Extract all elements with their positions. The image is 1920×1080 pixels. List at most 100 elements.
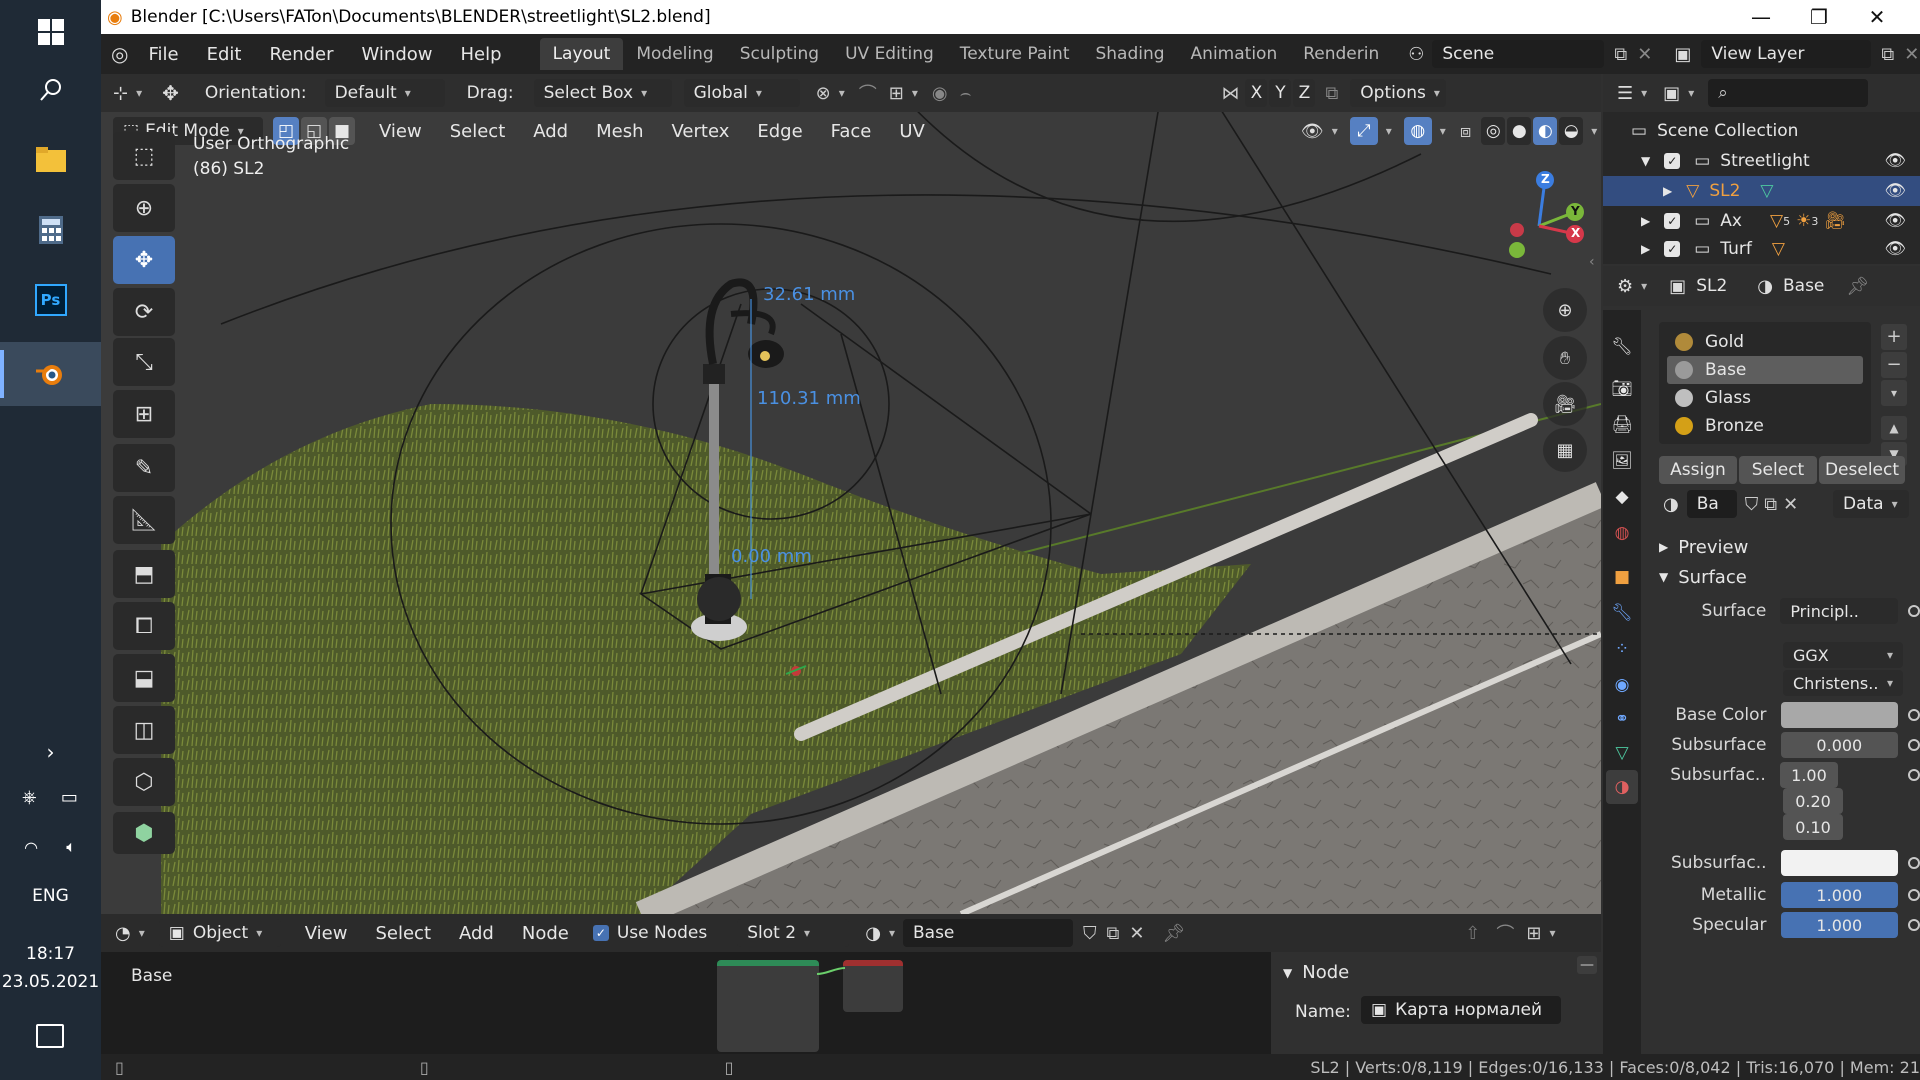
new-scene-icon[interactable]: ⧉	[1614, 44, 1627, 65]
minimize-button[interactable]: —	[1732, 0, 1790, 34]
outliner-search-input[interactable]: ⌕	[1708, 79, 1869, 107]
unlink-material-icon[interactable]: ✕	[1129, 923, 1144, 944]
viewport-menu-mesh[interactable]: Mesh	[582, 121, 657, 142]
editor-type-icon[interactable]: ◔	[115, 923, 131, 944]
tab-physics[interactable]: ◉	[1606, 668, 1638, 702]
expand-icon[interactable]: ▶	[1641, 242, 1650, 256]
battery-icon[interactable]: ▭	[61, 787, 78, 808]
file-explorer-icon[interactable]	[0, 128, 101, 192]
overlays-toggle-button[interactable]: ◍	[1403, 117, 1432, 145]
add-slot-button[interactable]: +	[1881, 324, 1907, 350]
wireframe-shading-button[interactable]: ◎	[1481, 117, 1506, 145]
scene-selector-icon[interactable]: ⚇	[1408, 44, 1424, 65]
fake-user-icon[interactable]: ⛉	[1745, 494, 1759, 515]
rotate-tool[interactable]: ⟳	[113, 288, 175, 336]
material-preview-button[interactable]: ◐	[1533, 117, 1558, 145]
delete-scene-icon[interactable]: ✕	[1637, 44, 1652, 65]
language-indicator[interactable]: ENG	[0, 886, 101, 906]
poly-build-tool[interactable]: ⬢	[113, 812, 175, 854]
cursor-tool[interactable]: ⊕	[113, 184, 175, 232]
new-material-icon[interactable]: ⧉	[1106, 923, 1119, 944]
subsurface-method-dropdown[interactable]: Christens.. ▾	[1783, 670, 1903, 696]
shader-type-dropdown[interactable]: ▣ Object ▾	[158, 919, 281, 947]
light-object-icon[interactable]: ☀︎	[1796, 211, 1811, 231]
material-output-node[interactable]	[843, 960, 903, 1012]
new-material-icon[interactable]: ⧉	[1764, 494, 1777, 515]
menu-file[interactable]: File	[134, 44, 192, 65]
eye-icon[interactable]: 👁︎	[1884, 239, 1906, 259]
eye-icon[interactable]: 👁︎	[1884, 181, 1906, 201]
expand-icon[interactable]: ▶	[1641, 214, 1650, 228]
transform-orientation-dropdown[interactable]: Global ▾	[683, 79, 800, 107]
clock-time[interactable]: 18:17	[0, 944, 101, 964]
outliner-row-turf[interactable]: ▶ ✓ ▭ Turf ▽ 👁︎	[1603, 234, 1920, 264]
tab-rendering[interactable]: Renderin	[1290, 38, 1392, 70]
preview-section-header[interactable]: ▶ Preview	[1659, 532, 1920, 562]
tab-object[interactable]: ■	[1606, 560, 1638, 594]
ortho-toggle-icon[interactable]: ▦	[1543, 428, 1587, 472]
restore-button[interactable]: ❐	[1790, 0, 1848, 34]
socket-icon[interactable]	[1908, 709, 1920, 721]
volume-icon[interactable]: 🔈︎	[66, 837, 76, 857]
socket-icon[interactable]	[1908, 889, 1920, 901]
outliner-editor-icon[interactable]: ☰	[1617, 83, 1633, 104]
mirror-z-toggle[interactable]: Z	[1293, 79, 1316, 107]
node-panel-header[interactable]: ▼ Node	[1283, 962, 1349, 983]
pivot-icon[interactable]: ⊗	[816, 83, 831, 104]
snap-target-icon[interactable]: ⊞	[889, 83, 904, 104]
pin-icon[interactable]: 📌︎	[1162, 923, 1185, 944]
ax-visibility-checkbox[interactable]: ✓	[1664, 213, 1681, 229]
tab-layout[interactable]: Layout	[539, 38, 624, 70]
bevel-tool[interactable]: ⬓	[113, 654, 175, 702]
orientation-dropdown[interactable]: Default ▾	[324, 79, 445, 107]
outliner[interactable]: ☰ ▾ ▣ ▾ ⌕ ▭ Scene Collection ▼ ✓ ▭ Streetl…	[1603, 74, 1920, 264]
subsurface-radius-y-field[interactable]: 0.20	[1783, 788, 1843, 814]
slot-specials-button[interactable]: ▾	[1881, 380, 1907, 406]
tool-settings-icon[interactable]: ⊹	[113, 83, 128, 104]
distribution-dropdown[interactable]: GGX ▾	[1783, 642, 1903, 668]
tab-modifiers[interactable]: 🔧︎	[1606, 596, 1638, 630]
unlink-material-icon[interactable]: ✕	[1783, 494, 1798, 515]
tab-output[interactable]: 🖨︎	[1606, 408, 1638, 442]
socket-icon[interactable]	[1908, 857, 1920, 869]
tab-constraints[interactable]: ⚭	[1606, 702, 1638, 736]
socket-icon[interactable]	[1908, 769, 1920, 781]
viewport-menu-select[interactable]: Select	[436, 121, 520, 142]
node-menu-add[interactable]: Add	[445, 923, 508, 944]
tab-sculpting[interactable]: Sculpting	[727, 38, 832, 70]
outliner-row-sl2[interactable]: ▶ ▽ SL2 ▽ 👁︎	[1603, 176, 1920, 206]
scene-field[interactable]: Scene	[1432, 40, 1605, 68]
node-panel-collapse-button[interactable]: —	[1577, 956, 1597, 974]
tab-texture-paint[interactable]: Texture Paint	[947, 38, 1083, 70]
mirror-y-toggle[interactable]: Y	[1269, 79, 1292, 107]
close-button[interactable]: ✕	[1848, 0, 1906, 34]
viewport-menu-add[interactable]: Add	[519, 121, 582, 142]
material-slot-gold[interactable]: Gold	[1667, 328, 1863, 356]
menu-help[interactable]: Help	[447, 44, 516, 65]
tab-particles[interactable]: ⁘	[1606, 632, 1638, 666]
tab-view-layer[interactable]: 🖼︎	[1606, 444, 1638, 478]
scale-tool[interactable]: ⤡	[113, 338, 175, 386]
select-button[interactable]: Select	[1739, 456, 1817, 484]
mirror-icon[interactable]: ⋈	[1221, 83, 1239, 104]
surface-shader-dropdown[interactable]: Principl..	[1780, 598, 1899, 624]
calculator-icon[interactable]	[0, 198, 101, 262]
annotate-tool[interactable]: ✎	[113, 444, 175, 492]
snap-node-element-icon[interactable]: ⊞	[1526, 923, 1541, 944]
blender-menu-icon[interactable]: ◎	[111, 42, 128, 66]
blender-taskbar-icon[interactable]	[0, 342, 101, 406]
mesh-data-icon[interactable]: ▽	[1760, 181, 1773, 201]
snap-nodes-icon[interactable]: ⌒	[1496, 920, 1514, 946]
transform-tool[interactable]: ⊞	[113, 390, 175, 438]
node-menu-view[interactable]: View	[291, 923, 362, 944]
extrude-tool[interactable]: ⬒	[113, 550, 175, 598]
3d-viewport[interactable]: 32.61 mm 110.31 mm 0.00 mm ⊹ ▾ ✥ Orientat…	[101, 74, 1601, 914]
xray-icon[interactable]: ⧈	[1460, 121, 1471, 142]
topology-mirror-icon[interactable]: ⧉	[1325, 83, 1338, 104]
gizmo-toggle-button[interactable]: ⤢	[1349, 117, 1378, 145]
tab-render[interactable]: 📷︎	[1606, 372, 1638, 406]
tab-uv-editing[interactable]: UV Editing	[832, 38, 947, 70]
tray-app-icon[interactable]: ⎈	[22, 787, 36, 808]
rendered-shading-button[interactable]: ◒	[1559, 117, 1584, 145]
node-menu-node[interactable]: Node	[508, 923, 583, 944]
